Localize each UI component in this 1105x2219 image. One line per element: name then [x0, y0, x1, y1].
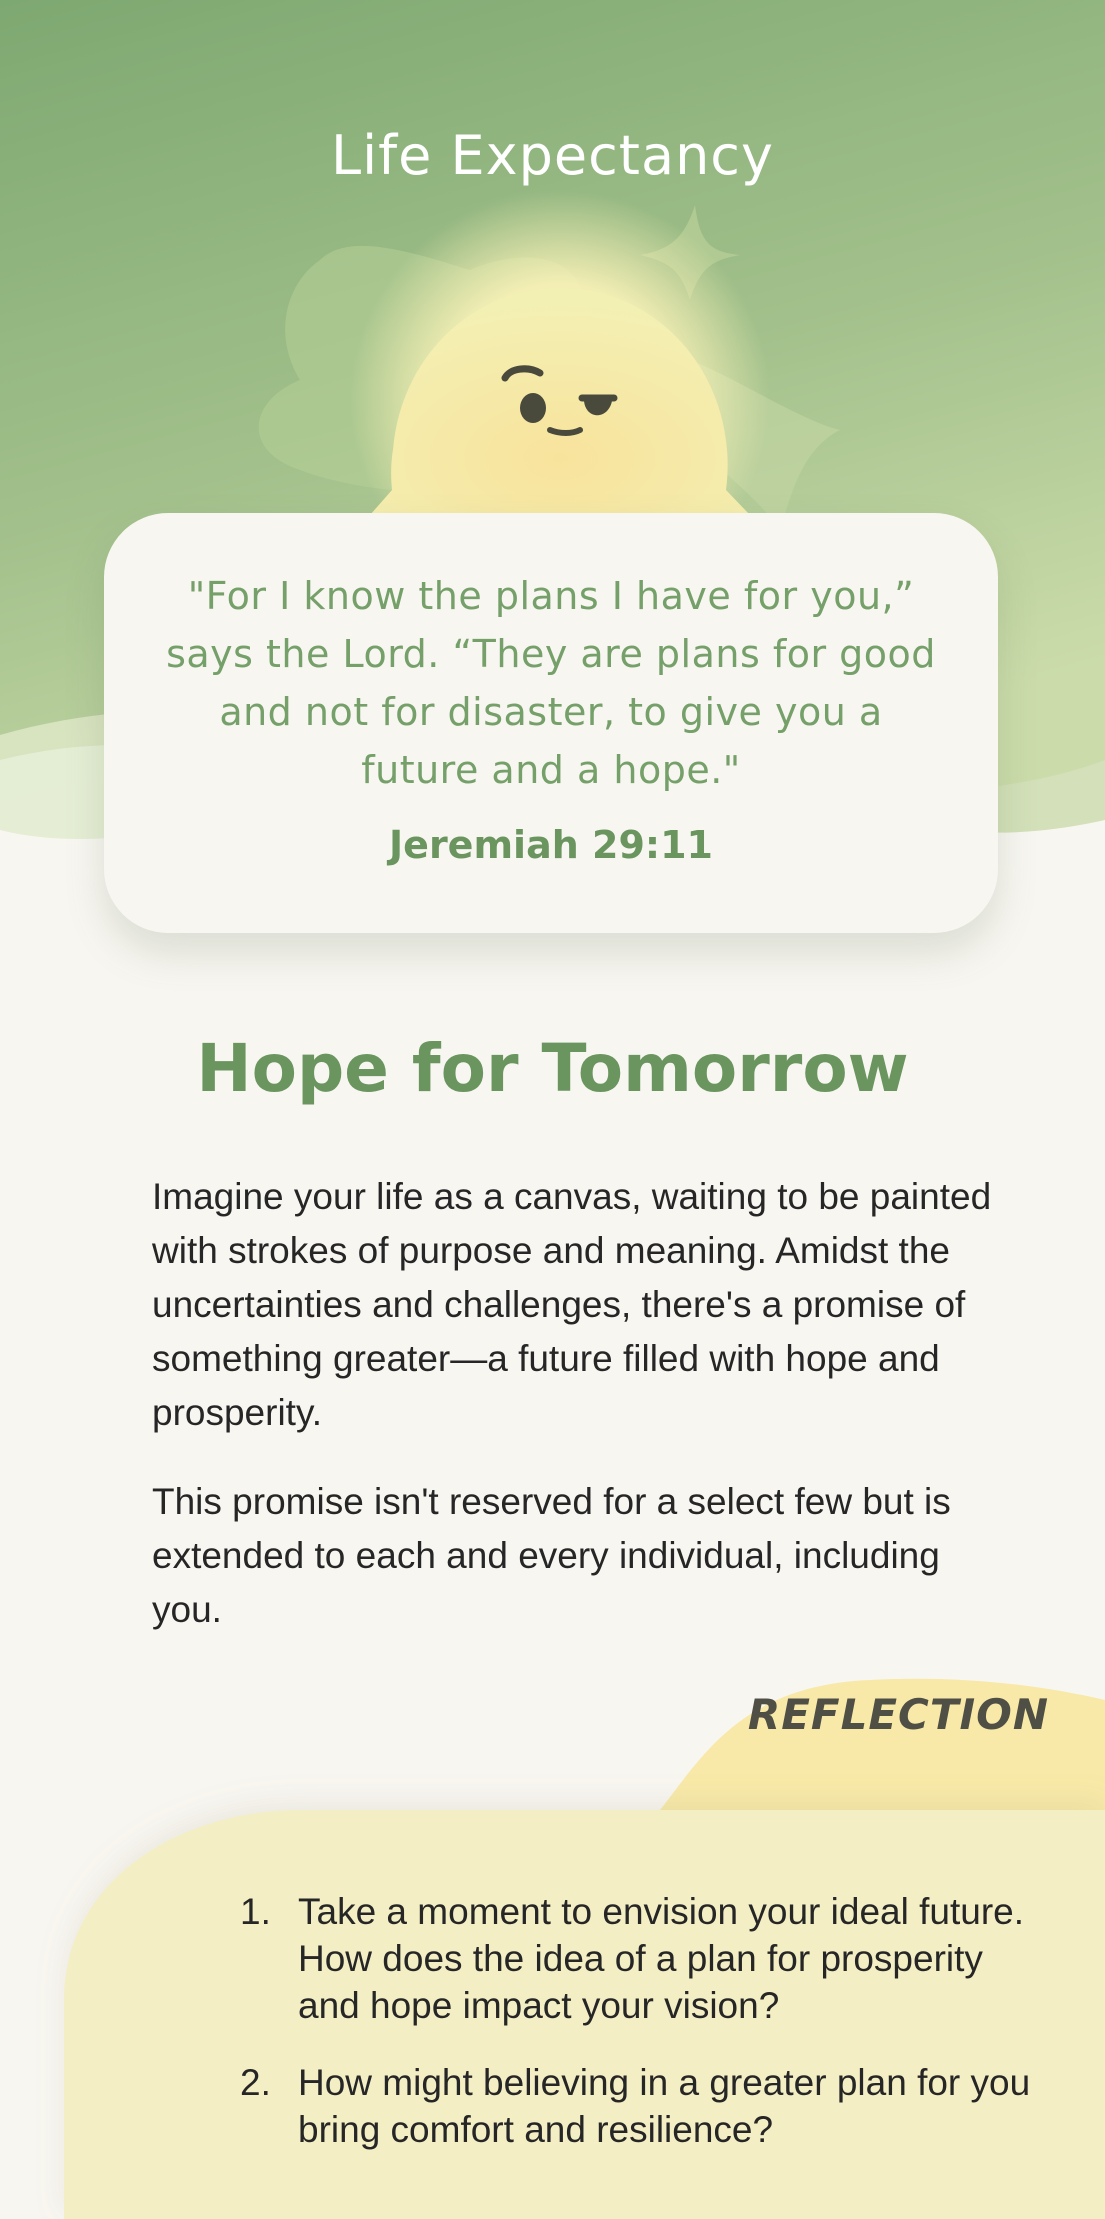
list-item-text: How might believing in a greater plan fo…	[298, 2062, 1031, 2150]
quote-text: "For I know the plans I have for you,” s…	[166, 574, 936, 792]
list-item-number: 2.	[240, 2062, 271, 2103]
reflection-section: REFLECTION 1. Take a moment to envision …	[0, 1660, 1105, 2219]
reflection-label: REFLECTION	[747, 1690, 1049, 1739]
article-paragraph: Imagine your life as a canvas, waiting t…	[152, 1176, 992, 1433]
section-heading: Hope for Tomorrow	[196, 1030, 909, 1107]
quote-reference: Jeremiah 29:11	[389, 823, 713, 867]
reflection-list: 1. Take a moment to envision your ideal …	[240, 1888, 1040, 2183]
list-item-number: 1.	[240, 1891, 271, 1932]
list-item-text: Take a moment to envision your ideal fut…	[298, 1891, 1024, 2026]
list-item: 1. Take a moment to envision your ideal …	[240, 1888, 1040, 2029]
article-paragraph: This promise isn't reserved for a select…	[152, 1481, 951, 1630]
page-title: Life Expectancy	[331, 124, 774, 187]
quote-card: "For I know the plans I have for you,” s…	[104, 513, 998, 933]
list-item: 2. How might believing in a greater plan…	[240, 2059, 1040, 2153]
